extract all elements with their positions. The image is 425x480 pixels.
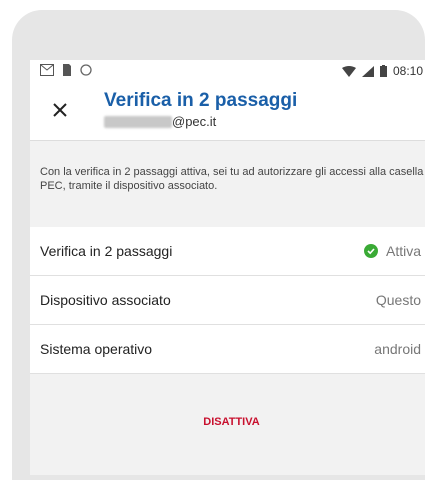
battery-icon <box>379 65 387 77</box>
signal-icon <box>361 65 374 77</box>
row-label: Verifica in 2 passaggi <box>40 243 173 259</box>
page-title: Verifica in 2 passaggi <box>104 90 298 111</box>
row-value: android <box>374 341 421 357</box>
status-icons-left <box>40 64 92 76</box>
account-email-domain: @pec.it <box>172 114 217 129</box>
status-time: 08:10 <box>392 64 423 78</box>
redacted-email-prefix <box>104 116 172 128</box>
status-icons-right: 08:10 <box>341 64 423 78</box>
action-area: DISATTIVA <box>30 374 425 475</box>
circle-icon <box>80 64 92 76</box>
row-label: Dispositivo associato <box>40 292 171 308</box>
app-bar: Verifica in 2 passaggi @pec.it <box>30 84 425 141</box>
settings-list: Verifica in 2 passaggi Attiva Dispositiv… <box>30 227 425 374</box>
row-label: Sistema operativo <box>40 341 153 357</box>
close-icon <box>53 103 67 117</box>
wifi-icon <box>341 65 356 77</box>
check-circle-icon <box>363 244 378 258</box>
app-screen: 08:10 Verifica in 2 passaggi @pec.it Con… <box>30 60 425 475</box>
gmail-icon <box>40 64 54 76</box>
phone-frame: 08:10 Verifica in 2 passaggi @pec.it Con… <box>12 10 425 480</box>
status-value: Attiva <box>385 243 421 259</box>
list-item-device: Dispositivo associato Questo <box>30 276 425 325</box>
close-button[interactable] <box>48 98 72 122</box>
row-value: Attiva <box>363 243 421 259</box>
disable-button[interactable]: DISATTIVA <box>30 416 425 428</box>
row-value: Questo <box>375 292 421 308</box>
sim-icon <box>63 64 71 76</box>
info-section: Con la verifica in 2 passaggi attiva, se… <box>30 141 425 227</box>
status-bar: 08:10 <box>30 60 425 84</box>
list-item-two-step: Verifica in 2 passaggi Attiva <box>30 227 425 276</box>
list-item-os: Sistema operativo android <box>30 325 425 374</box>
info-text: Con la verifica in 2 passaggi attiva, se… <box>40 166 424 192</box>
